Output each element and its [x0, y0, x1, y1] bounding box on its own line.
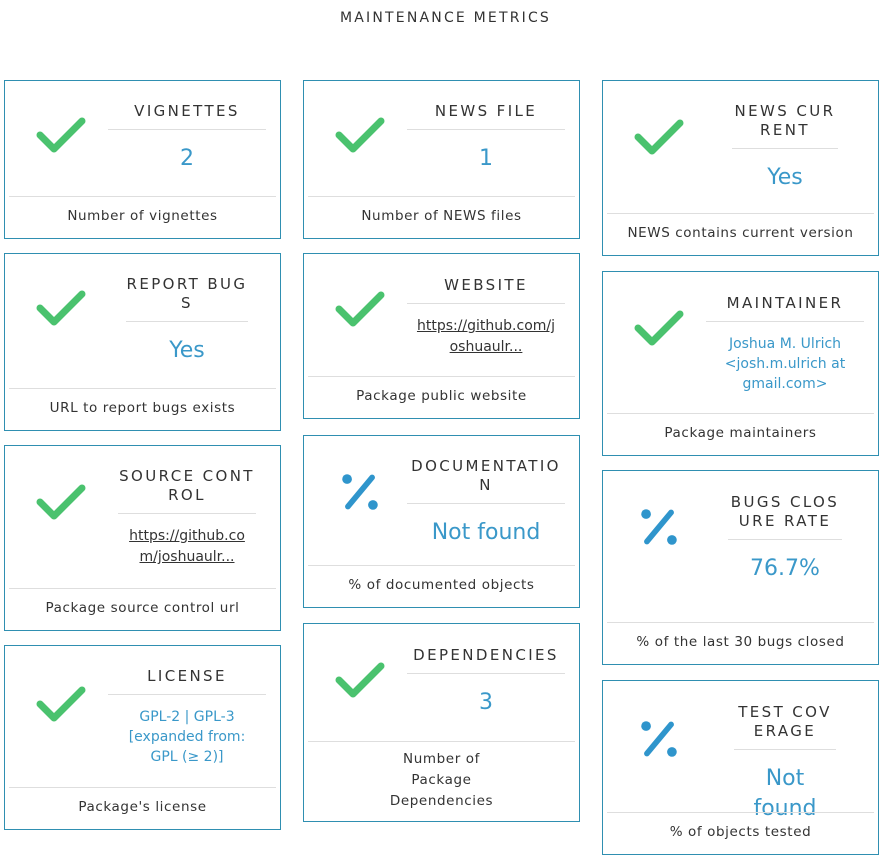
card-title: TEST COVERAGE	[734, 703, 836, 750]
card-value: 76.7%	[750, 556, 820, 581]
check-icon	[35, 109, 87, 161]
card-footer: Package's license	[9, 787, 276, 829]
card-footer: URL to report bugs exists	[9, 388, 276, 430]
card-title: NEWS FILE	[407, 102, 565, 130]
check-icon	[633, 302, 685, 354]
card-value: 1	[479, 146, 493, 171]
report-bugs-card: REPORT BUGS Yes URL to report bugs exist…	[4, 253, 281, 431]
card-value: Joshua M. Ulrich <josh.m.ulrich at gmail…	[724, 336, 846, 392]
check-icon	[35, 476, 87, 528]
check-icon	[334, 109, 386, 161]
website-card: WEBSITE https://github.com/joshuaulr... …	[303, 253, 580, 419]
card-footer: Package maintainers	[607, 413, 874, 455]
news-current-card: NEWS CURRENT Yes NEWS contains current v…	[602, 80, 879, 256]
percent-icon	[633, 501, 685, 553]
test-coverage-card: TEST COVERAGE Not found % of objects tes…	[602, 680, 879, 855]
source-control-card: SOURCE CONTROL https://github.com/joshua…	[4, 445, 281, 631]
card-footer: % of the last 30 bugs closed	[607, 622, 874, 664]
dependencies-card: DEPENDENCIES 3 Number of Package Depende…	[303, 623, 580, 822]
card-footer: % of documented objects	[308, 565, 575, 607]
card-value: 3	[479, 690, 493, 715]
check-icon	[633, 111, 685, 163]
card-title: LICENSE	[108, 667, 266, 695]
vignettes-card: VIGNETTES 2 Number of vignettes	[4, 80, 281, 239]
source-control-link[interactable]: https://github.com/joshuaulr...	[118, 526, 256, 568]
check-icon	[35, 282, 87, 334]
card-title: BUGS CLOSURE RATE	[728, 493, 842, 540]
card-value: Not found	[431, 520, 541, 545]
card-title: SOURCE CONTROL	[118, 467, 256, 514]
card-value: Yes	[169, 338, 205, 363]
bugs-closure-rate-card: BUGS CLOSURE RATE 76.7% % of the last 30…	[602, 470, 879, 665]
percent-icon	[334, 466, 386, 518]
check-icon	[334, 654, 386, 706]
card-value: Yes	[767, 165, 803, 190]
card-title: MAINTAINER	[706, 294, 864, 322]
card-footer: Package public website	[308, 376, 575, 418]
page-title: MAINTENANCE METRICS	[339, 10, 552, 26]
card-footer: Number of vignettes	[9, 196, 276, 238]
card-title: REPORT BUGS	[126, 275, 248, 322]
card-value: 2	[180, 146, 194, 171]
card-footer: % of objects tested	[607, 812, 874, 854]
maintainer-card: MAINTAINER Joshua M. Ulrich <josh.m.ulri…	[602, 271, 879, 456]
check-icon	[35, 678, 87, 730]
card-title: DEPENDENCIES	[407, 646, 565, 674]
check-icon	[334, 283, 386, 335]
card-title: NEWS CURRENT	[732, 102, 838, 149]
card-title: VIGNETTES	[108, 102, 266, 130]
card-footer: Number of NEWS files	[308, 196, 575, 238]
card-value: GPL-2 | GPL-3 [expanded from: GPL (≥ 2)]	[128, 709, 246, 765]
percent-icon	[633, 713, 685, 765]
news-file-card: NEWS FILE 1 Number of NEWS files	[303, 80, 580, 239]
card-title: DOCUMENTATION	[407, 457, 565, 504]
website-link[interactable]: https://github.com/joshuaulr...	[407, 316, 565, 358]
card-footer: Package source control url	[9, 588, 276, 630]
card-footer: Number of Package Dependencies	[308, 741, 575, 821]
card-title: WEBSITE	[407, 276, 565, 304]
license-card: LICENSE GPL-2 | GPL-3 [expanded from: GP…	[4, 645, 281, 830]
card-footer: NEWS contains current version	[607, 213, 874, 255]
documentation-card: DOCUMENTATION Not found % of documented …	[303, 435, 580, 608]
